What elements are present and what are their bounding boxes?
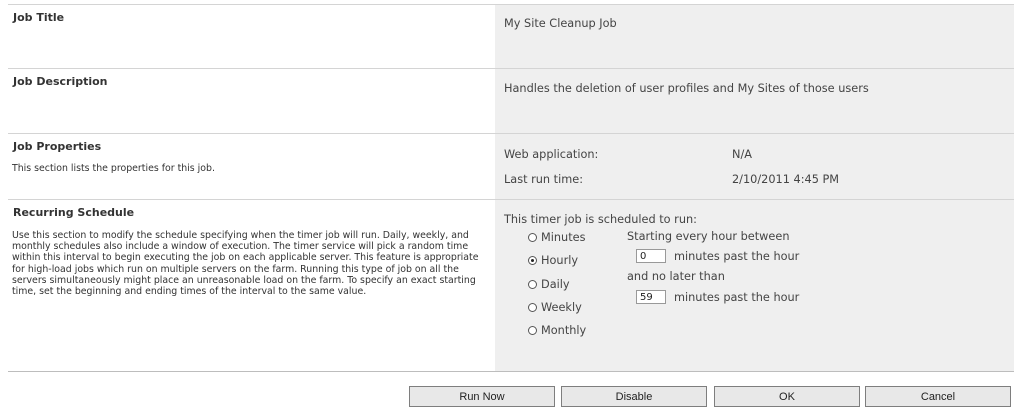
job-description-section: Job Description Handles the deletion of …	[8, 68, 1014, 134]
web-application-value: N/A	[732, 148, 752, 161]
description-line: monthly schedules also include a window …	[12, 241, 469, 253]
job-title-heading: Job Title	[13, 11, 65, 24]
schedule-panel: This timer job is scheduled to run: Minu…	[495, 200, 1014, 372]
radio-checked-icon[interactable]	[528, 256, 537, 265]
starting-every-hour-label: Starting every hour between	[627, 230, 790, 243]
job-properties-panel: Web application: N/A Last run time: 2/10…	[495, 134, 1014, 200]
radio-label-hourly: Hourly	[541, 254, 579, 267]
recurring-schedule-description: Use this section to modify the schedule …	[12, 230, 482, 297]
last-run-value: 2/10/2011 4:45 PM	[732, 173, 840, 186]
scheduled-to-run-label: This timer job is scheduled to run:	[504, 213, 697, 226]
radio-label-daily: Daily	[541, 278, 570, 291]
footer-divider	[8, 371, 1014, 372]
radio-icon[interactable]	[528, 233, 537, 242]
disable-button[interactable]: Disable	[561, 386, 707, 407]
ok-button[interactable]: OK	[714, 386, 860, 407]
minutes-past-hour-label-end: minutes past the hour	[674, 291, 800, 304]
radio-monthly[interactable]: Monthly	[528, 324, 586, 337]
radio-label-weekly: Weekly	[541, 301, 582, 314]
description-line: servers simultaneously might place an un…	[12, 274, 476, 286]
radio-label-monthly: Monthly	[541, 324, 587, 337]
last-run-label: Last run time:	[504, 173, 584, 186]
job-properties-heading: Job Properties	[13, 140, 102, 153]
radio-hourly[interactable]: Hourly	[528, 254, 578, 267]
no-later-than-label: and no later than	[627, 270, 725, 283]
job-title-value-panel: My Site Cleanup Job	[495, 5, 1014, 69]
job-description-value: Handles the deletion of user profiles an…	[504, 82, 869, 95]
job-description-heading: Job Description	[13, 75, 108, 88]
job-properties-description: This section lists the properties for th…	[12, 163, 215, 174]
job-description-value-panel: Handles the deletion of user profiles an…	[495, 69, 1014, 134]
job-title-value: My Site Cleanup Job	[504, 17, 617, 30]
radio-minutes[interactable]: Minutes	[528, 231, 585, 244]
radio-icon[interactable]	[528, 326, 537, 335]
minutes-past-hour-label-start: minutes past the hour	[674, 250, 800, 263]
radio-weekly[interactable]: Weekly	[528, 301, 582, 314]
recurring-schedule-section: Recurring Schedule Use this section to m…	[8, 199, 1014, 372]
run-now-button[interactable]: Run Now	[409, 386, 555, 407]
start-minute-input[interactable]: 0	[636, 249, 666, 263]
job-properties-section: Job Properties This section lists the pr…	[8, 133, 1014, 200]
description-line: for high-load jobs which run on multiple…	[12, 263, 459, 275]
description-line: Use this section to modify the schedule …	[12, 230, 469, 241]
radio-icon[interactable]	[528, 303, 537, 312]
end-minute-input[interactable]: 59	[636, 290, 666, 304]
cancel-button[interactable]: Cancel	[865, 386, 1011, 407]
recurring-schedule-heading: Recurring Schedule	[13, 206, 135, 219]
radio-daily[interactable]: Daily	[528, 278, 570, 291]
web-application-label: Web application:	[504, 148, 599, 161]
radio-label-minutes: Minutes	[541, 231, 586, 244]
radio-icon[interactable]	[528, 280, 537, 289]
job-title-section: Job Title My Site Cleanup Job	[8, 4, 1014, 69]
description-line: time, set the beginning and ending times…	[12, 286, 367, 298]
description-line: within this interval to begin executing …	[12, 252, 479, 264]
